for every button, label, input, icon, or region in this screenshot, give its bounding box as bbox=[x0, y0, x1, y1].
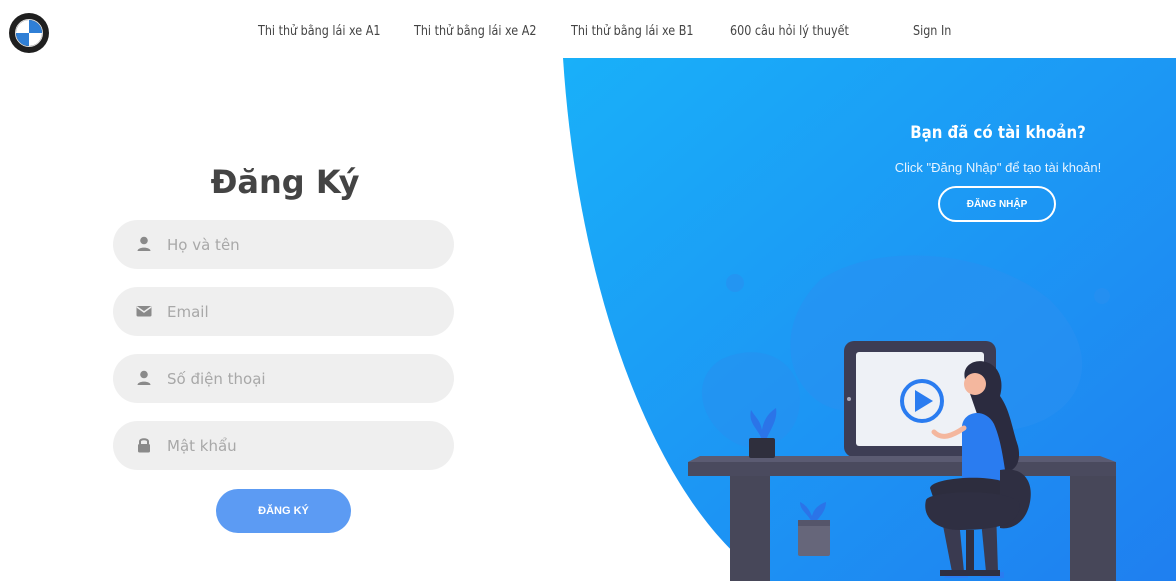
email-input[interactable] bbox=[167, 287, 437, 336]
signup-submit-button[interactable]: ĐĂNG KÝ bbox=[216, 489, 351, 533]
user-icon bbox=[137, 370, 151, 385]
desk bbox=[688, 456, 1116, 581]
envelope-icon bbox=[136, 306, 152, 317]
floor-plant-icon bbox=[798, 502, 830, 556]
login-panel-subtitle: Click "Đăng Nhập" để tạo tài khoản! bbox=[894, 160, 1102, 175]
phone-field[interactable] bbox=[113, 354, 454, 403]
nav-link-sign-in[interactable]: Sign In bbox=[913, 24, 951, 39]
nav-link-b1[interactable]: Thi thử bằng lái xe B1 bbox=[571, 24, 693, 39]
nav-link-600-questions[interactable]: 600 câu hỏi lý thuyết bbox=[730, 24, 849, 39]
email-field[interactable] bbox=[113, 287, 454, 336]
lock-icon bbox=[138, 438, 150, 453]
desk-illustration bbox=[688, 341, 1116, 581]
phone-input[interactable] bbox=[167, 354, 437, 403]
nav-link-a1[interactable]: Thi thử bằng lái xe A1 bbox=[258, 24, 380, 39]
signup-title: Đăng Ký bbox=[210, 163, 360, 201]
top-navigation: Thi thử bằng lái xe A1 Thi thử bằng lái … bbox=[0, 0, 1176, 60]
password-input[interactable] bbox=[167, 421, 437, 470]
user-icon bbox=[137, 236, 151, 251]
plant-icon bbox=[749, 408, 777, 458]
password-field[interactable] bbox=[113, 421, 454, 470]
nav-link-a2[interactable]: Thi thử bằng lái xe A2 bbox=[414, 24, 536, 39]
login-button[interactable]: ĐĂNG NHẬP bbox=[938, 186, 1056, 222]
login-panel-title: Bạn đã có tài khoản? bbox=[910, 123, 1086, 143]
name-field[interactable] bbox=[113, 220, 454, 269]
name-input[interactable] bbox=[167, 220, 437, 269]
